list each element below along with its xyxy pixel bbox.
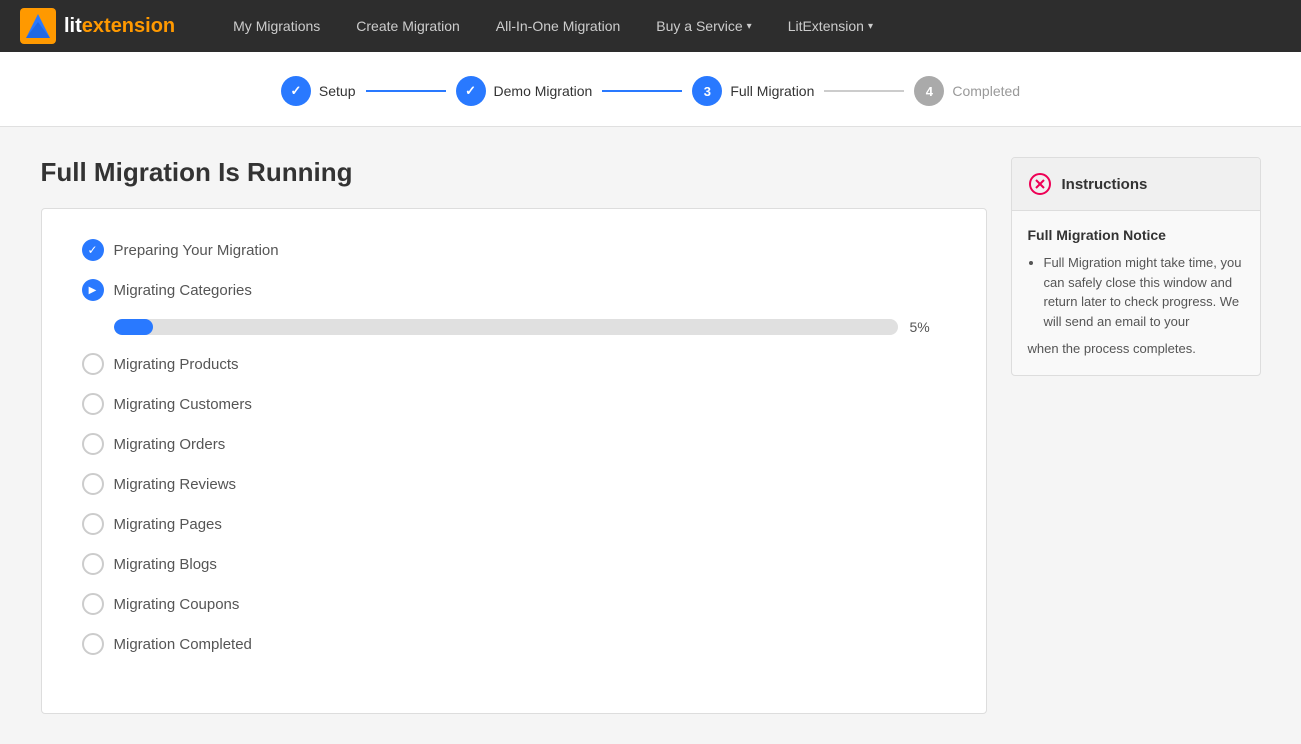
label-categories: Migrating Categories	[114, 282, 252, 299]
notice-list: Full Migration might take time, you can …	[1028, 253, 1244, 331]
step-demo-circle: ✓	[456, 76, 486, 106]
logo-text: litextension	[64, 15, 175, 38]
label-pages: Migrating Pages	[114, 516, 222, 533]
logo-link[interactable]: litextension	[20, 8, 175, 44]
step-completed: 4 Completed	[914, 76, 1020, 106]
icon-categories: ▶	[82, 279, 104, 301]
page-title: Full Migration Is Running	[41, 157, 987, 188]
nav-my-migrations[interactable]: My Migrations	[215, 18, 338, 34]
step-full: 3 Full Migration	[692, 76, 814, 106]
label-migration-completed: Migration Completed	[114, 636, 252, 653]
icon-migration-completed	[82, 633, 104, 655]
instructions-icon	[1028, 172, 1052, 196]
logo-icon	[20, 8, 56, 44]
navbar: litextension My Migrations Create Migrat…	[0, 0, 1301, 52]
nav-create-migration[interactable]: Create Migration	[338, 18, 478, 34]
icon-customers	[82, 393, 104, 415]
buy-service-caret: ▾	[747, 21, 752, 32]
item-categories: ▶ Migrating Categories	[82, 279, 946, 301]
step-full-circle: 3	[692, 76, 722, 106]
instructions-card: Instructions Full Migration Notice Full …	[1011, 157, 1261, 376]
instructions-header: Instructions	[1012, 158, 1260, 211]
icon-prepare: ✓	[82, 239, 104, 261]
label-customers: Migrating Customers	[114, 396, 252, 413]
item-products: Migrating Products	[82, 353, 946, 375]
item-customers: Migrating Customers	[82, 393, 946, 415]
nav-menu: My Migrations Create Migration All-In-On…	[215, 18, 891, 34]
connector-3	[824, 90, 904, 92]
icon-products	[82, 353, 104, 375]
step-demo-label: Demo Migration	[494, 83, 593, 99]
notice-text2: when the process completes.	[1028, 339, 1244, 359]
step-completed-circle: 4	[914, 76, 944, 106]
progress-row: 5%	[114, 319, 946, 335]
item-reviews: Migrating Reviews	[82, 473, 946, 495]
nav-all-in-one[interactable]: All-In-One Migration	[478, 18, 639, 34]
main-content: Full Migration Is Running ✓ Preparing Yo…	[21, 127, 1281, 744]
nav-litextension[interactable]: LitExtension ▾	[770, 18, 891, 34]
step-full-label: Full Migration	[730, 83, 814, 99]
instructions-body: Full Migration Notice Full Migration mig…	[1012, 211, 1260, 375]
label-orders: Migrating Orders	[114, 436, 226, 453]
item-blogs: Migrating Blogs	[82, 553, 946, 575]
step-completed-label: Completed	[952, 83, 1020, 99]
left-panel: Full Migration Is Running ✓ Preparing Yo…	[41, 157, 987, 714]
progress-steps: ✓ Setup ✓ Demo Migration 3 Full Migratio…	[0, 52, 1301, 127]
migration-card: ✓ Preparing Your Migration ▶ Migrating C…	[41, 208, 987, 714]
item-coupons: Migrating Coupons	[82, 593, 946, 615]
icon-orders	[82, 433, 104, 455]
litextension-caret: ▾	[868, 21, 873, 32]
icon-coupons	[82, 593, 104, 615]
step-setup-circle: ✓	[281, 76, 311, 106]
progress-percent: 5%	[910, 319, 946, 335]
label-products: Migrating Products	[114, 356, 239, 373]
instructions-title: Instructions	[1062, 176, 1148, 193]
icon-pages	[82, 513, 104, 535]
right-panel: Instructions Full Migration Notice Full …	[1011, 157, 1261, 714]
progress-fill	[114, 319, 153, 335]
step-demo: ✓ Demo Migration	[456, 76, 593, 106]
item-orders: Migrating Orders	[82, 433, 946, 455]
label-coupons: Migrating Coupons	[114, 596, 240, 613]
step-setup-label: Setup	[319, 83, 356, 99]
step-setup: ✓ Setup	[281, 76, 356, 106]
nav-buy-service[interactable]: Buy a Service ▾	[638, 18, 769, 34]
item-pages: Migrating Pages	[82, 513, 946, 535]
icon-reviews	[82, 473, 104, 495]
item-prepare: ✓ Preparing Your Migration	[82, 239, 946, 261]
connector-1	[366, 90, 446, 92]
label-reviews: Migrating Reviews	[114, 476, 237, 493]
connector-2	[602, 90, 682, 92]
notice-list-item: Full Migration might take time, you can …	[1044, 253, 1244, 331]
item-migration-completed: Migration Completed	[82, 633, 946, 655]
label-prepare: Preparing Your Migration	[114, 242, 279, 259]
notice-title: Full Migration Notice	[1028, 227, 1244, 243]
label-blogs: Migrating Blogs	[114, 556, 217, 573]
progress-track	[114, 319, 898, 335]
icon-blogs	[82, 553, 104, 575]
